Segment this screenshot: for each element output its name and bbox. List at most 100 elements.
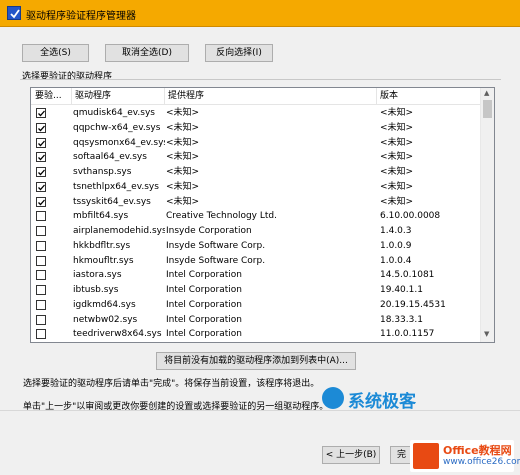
version-cell: 1.4.0.3 — [380, 226, 412, 236]
deselect-all-button[interactable]: 取消全选(D) — [105, 44, 189, 62]
office-logo-icon — [413, 443, 439, 469]
footer-divider — [0, 410, 520, 411]
scroll-thumb[interactable] — [483, 100, 492, 118]
version-cell: <未知> — [380, 122, 414, 133]
driver-name-cell: ibtusb.sys — [73, 285, 119, 295]
driver-name-cell: iastora.sys — [73, 270, 122, 281]
checkmark-icon — [38, 140, 45, 146]
list-header: 要验... 驱动程序 提供程序 版本 — [31, 88, 481, 105]
verify-checkbox[interactable] — [36, 108, 46, 118]
table-row[interactable]: qmudisk64_ev.sys <未知> <未知> — [31, 106, 481, 121]
driver-name-cell: softaal64_ev.sys — [73, 152, 147, 163]
group-divider — [20, 79, 501, 80]
provider-cell: Insyde Software Corp. — [166, 240, 266, 251]
watermark-text: 系统极客 — [348, 392, 416, 412]
driver-name-cell: tsnethlpx64_ev.sys — [73, 181, 159, 192]
version-cell: <未知> — [380, 196, 414, 207]
driver-name-cell: qqsysmonx64_ev.sys — [73, 137, 165, 148]
select-all-button[interactable]: 全选(S) — [22, 44, 89, 62]
office-watermark: Office教程网 www.office26.com — [410, 440, 520, 472]
table-row[interactable]: svthansp.sys <未知> <未知> — [31, 165, 481, 180]
verify-checkbox[interactable] — [36, 167, 46, 177]
table-row[interactable]: iastora.sys Intel Corporation 14.5.0.1081 — [31, 268, 481, 283]
verify-checkbox[interactable] — [36, 285, 46, 295]
checkmark-icon — [38, 199, 45, 205]
provider-cell: Intel Corporation — [166, 314, 242, 325]
column-header-provider[interactable]: 提供程序 — [164, 88, 376, 105]
driver-name-cell: svthansp.sys — [73, 167, 132, 177]
watermark-logo-icon — [322, 387, 344, 409]
driver-name-cell: hkmoufltr.sys — [73, 255, 134, 266]
table-row[interactable]: qqpchw-x64_ev.sys <未知> <未知> — [31, 121, 481, 136]
driver-name-cell: qqpchw-x64_ev.sys — [73, 122, 161, 133]
table-row[interactable]: qqsysmonx64_ev.sys <未知> <未知> — [31, 136, 481, 151]
window-title: 驱动程序验证程序管理器 — [26, 11, 136, 22]
checkmark-icon — [38, 125, 45, 132]
invert-selection-button[interactable]: 反向选择(I) — [205, 44, 273, 62]
provider-cell: <未知> — [166, 108, 200, 118]
verify-checkbox[interactable] — [36, 196, 46, 207]
table-row[interactable]: hkmoufltr.sys Insyde Software Corp. 1.0.0.… — [31, 254, 481, 269]
verify-checkbox[interactable] — [36, 314, 46, 325]
checkmark-icon — [38, 110, 45, 117]
table-row[interactable]: mbfilt64.sys Creative Technology Ltd. 6.10… — [31, 209, 481, 224]
version-cell: 19.40.1.1 — [380, 285, 423, 295]
verify-checkbox[interactable] — [36, 137, 46, 148]
verifier-app-icon — [7, 6, 21, 20]
column-header-verify[interactable]: 要验... — [31, 88, 71, 105]
verify-checkbox[interactable] — [36, 181, 46, 192]
add-unloaded-drivers-button[interactable]: 将目前没有加载的驱动程序添加到列表中(A)... — [156, 352, 356, 370]
verify-checkbox[interactable] — [36, 299, 46, 310]
version-cell: 20.19.15.4531 — [380, 299, 446, 310]
table-row[interactable]: softaal64_ev.sys <未知> <未知> — [31, 150, 481, 165]
office-watermark-url: www.office26.com — [443, 457, 520, 467]
driver-name-cell: hkkbdfltr.sys — [73, 240, 131, 251]
verify-checkbox[interactable] — [36, 211, 46, 222]
version-cell: <未知> — [380, 167, 414, 177]
provider-cell: <未知> — [166, 122, 200, 133]
provider-cell: <未知> — [166, 137, 200, 148]
provider-cell: Intel Corporation — [166, 299, 242, 310]
scroll-up-icon[interactable]: ▲ — [484, 89, 489, 97]
title-bar: 驱动程序验证程序管理器 — [0, 0, 520, 27]
table-row[interactable]: igdkmd64.sys Intel Corporation 20.19.15.45… — [31, 298, 481, 313]
verify-checkbox[interactable] — [36, 226, 46, 236]
table-row[interactable]: ibtusb.sys Intel Corporation 19.40.1.1 — [31, 283, 481, 298]
info-text-finish: 选择要验证的驱动程序后请单击"完成"。将保存当前设置，该程序将退出。 — [23, 379, 320, 389]
driver-list[interactable]: 要验... 驱动程序 提供程序 版本 qmudisk64_ev.sys <未知> <… — [30, 87, 495, 343]
driver-name-cell: teedriverw8x64.sys — [73, 329, 162, 340]
table-row[interactable]: airplanemodehid.sys Insyde Corporation 1.4… — [31, 224, 481, 239]
version-cell: <未知> — [380, 152, 414, 163]
driver-name-cell: mbfilt64.sys — [73, 211, 129, 222]
scroll-down-icon[interactable]: ▼ — [484, 330, 489, 338]
table-row[interactable]: tsnethlpx64_ev.sys <未知> <未知> — [31, 180, 481, 195]
verify-checkbox[interactable] — [36, 122, 46, 133]
column-header-version[interactable]: 版本 — [376, 88, 481, 105]
driver-name-cell: igdkmd64.sys — [73, 299, 136, 310]
version-cell: <未知> — [380, 137, 414, 148]
version-cell: <未知> — [380, 108, 414, 118]
provider-cell: Insyde Corporation — [166, 226, 252, 236]
vertical-scrollbar[interactable]: ▲ ▼ — [480, 88, 494, 342]
version-cell: 11.0.0.1157 — [380, 329, 435, 340]
table-row[interactable]: netwbw02.sys Intel Corporation 18.33.3.1 — [31, 313, 481, 328]
provider-cell: <未知> — [166, 196, 200, 207]
driver-name-cell: netwbw02.sys — [73, 314, 138, 325]
group-label: 选择要验证的驱动程序 — [22, 72, 113, 82]
provider-cell: <未知> — [166, 181, 200, 192]
verify-checkbox[interactable] — [36, 329, 46, 340]
table-row[interactable]: teedriverw8x64.sys Intel Corporation 11.0.… — [31, 327, 481, 342]
version-cell: 1.0.0.9 — [380, 240, 412, 251]
verify-checkbox[interactable] — [36, 240, 46, 251]
provider-cell: <未知> — [166, 167, 200, 177]
version-cell: 18.33.3.1 — [380, 314, 423, 325]
verify-checkbox[interactable] — [36, 152, 46, 163]
provider-cell: Intel Corporation — [166, 270, 242, 281]
table-row[interactable]: tssyskit64_ev.sys <未知> <未知> — [31, 195, 481, 210]
provider-cell: Insyde Software Corp. — [166, 255, 266, 266]
table-row[interactable]: hkkbdfltr.sys Insyde Software Corp. 1.0.0.… — [31, 239, 481, 254]
back-button[interactable]: < 上一步(B) — [322, 446, 380, 464]
column-header-driver[interactable]: 驱动程序 — [71, 88, 164, 105]
verify-checkbox[interactable] — [36, 255, 46, 266]
verify-checkbox[interactable] — [36, 270, 46, 281]
